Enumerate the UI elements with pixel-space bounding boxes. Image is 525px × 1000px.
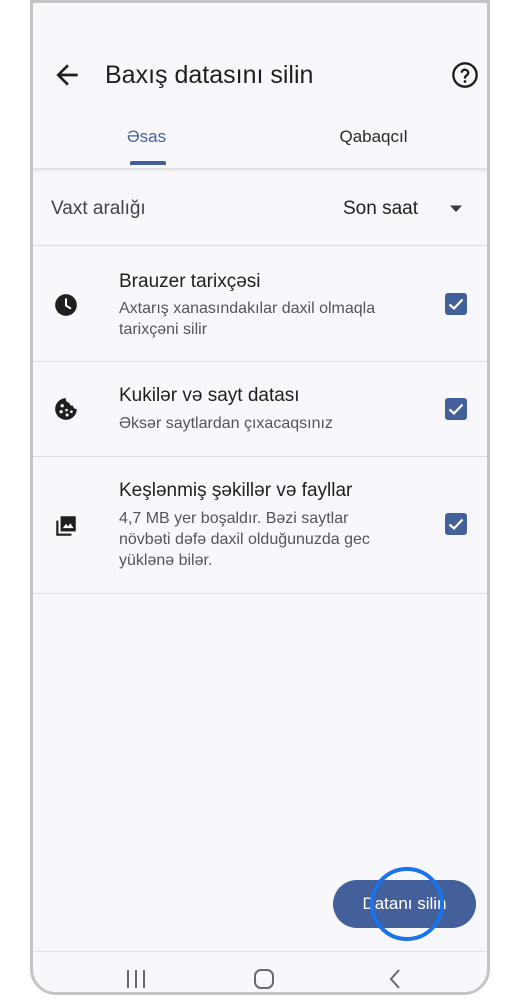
item-description: Axtarış xanasındakılar daxil olmaqla tar…	[119, 298, 419, 340]
item-description: 4,7 MB yer boşaldır. Bəzi saytlar növbət…	[119, 508, 419, 571]
list-item-browser-history[interactable]: Brauzer tarixçəsi Axtarış xanasındakılar…	[33, 246, 487, 362]
system-nav-bar	[33, 951, 487, 992]
arrow-left-icon	[56, 64, 78, 86]
check-icon	[448, 298, 464, 311]
help-button[interactable]	[451, 61, 479, 89]
cookies-checkbox[interactable]	[445, 398, 467, 420]
browser-history-checkbox[interactable]	[445, 293, 467, 315]
item-description-line: yüklənə bilər.	[119, 552, 213, 569]
page-title: Baxış datasını silin	[105, 61, 314, 89]
list-item-cookies[interactable]: Kukilər və sayt datası Əksər saytlardan …	[33, 362, 487, 457]
nav-back-icon[interactable]	[385, 968, 407, 990]
item-title: Keşlənmiş şəkillər və fayllar	[119, 480, 353, 501]
cached-images-checkbox[interactable]	[445, 513, 467, 535]
check-icon	[448, 403, 464, 416]
list-item-cached-images[interactable]: Keşlənmiş şəkillər və fayllar 4,7 MB yer…	[33, 457, 487, 594]
item-description-line: Əksər saytlardan çıxacaqsınız	[119, 415, 333, 432]
image-icon	[56, 516, 76, 536]
check-icon	[448, 518, 464, 531]
item-description: Əksər saytlardan çıxacaqsınız	[119, 413, 419, 434]
help-circle-icon	[452, 62, 478, 88]
item-description-line: 4,7 MB yer boşaldır. Bəzi saytlar	[119, 510, 349, 527]
delete-data-button[interactable]: Datanı silin	[333, 880, 476, 928]
item-title: Kukilər və sayt datası	[119, 385, 300, 406]
tab-indicator	[130, 161, 166, 165]
time-range-row[interactable]: Vaxt aralığı Son saat	[33, 168, 487, 246]
dropdown-arrow-icon[interactable]	[449, 204, 463, 214]
tab-advanced[interactable]: Qabaqcıl	[260, 123, 487, 167]
time-range-value[interactable]: Son saat	[343, 198, 418, 220]
item-title: Brauzer tarixçəsi	[119, 271, 261, 292]
back-button[interactable]	[51, 59, 83, 91]
item-description-line: növbəti dəfə daxil olduğunuzda gec	[119, 531, 370, 548]
clock-icon	[55, 294, 77, 316]
phone-frame: Baxış datasını silin Əsas Qabaqcıl Vaxt …	[30, 0, 490, 995]
recents-icon[interactable]	[125, 968, 147, 990]
item-description-line: tarixçəni silir	[119, 321, 208, 338]
app-bar: Baxış datasını silin Əsas Qabaqcıl	[33, 3, 487, 168]
item-description-line: Axtarış xanasındakılar daxil olmaqla	[119, 300, 376, 317]
cookie-icon	[55, 398, 77, 420]
home-icon[interactable]	[253, 968, 275, 990]
time-range-label: Vaxt aralığı	[51, 198, 146, 219]
